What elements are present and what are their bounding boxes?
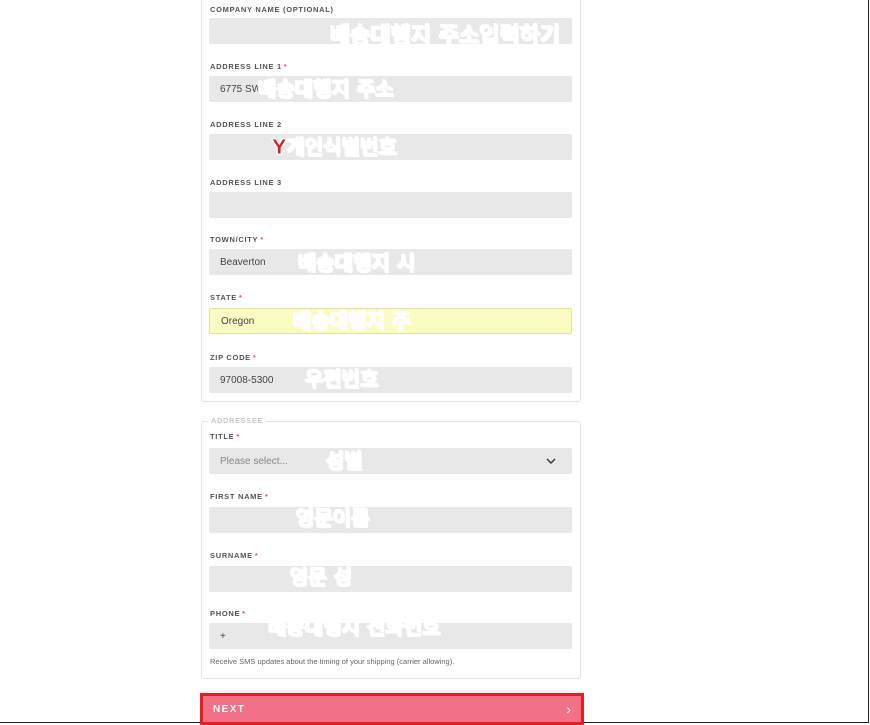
zip-code-input[interactable]: 97008-5300 <box>209 367 572 393</box>
annotation-company: 배송대행지 주소입력하기 <box>329 24 561 49</box>
next-button[interactable]: NEXT › <box>200 693 584 725</box>
town-city-label: TOWN/CITY * <box>210 235 264 244</box>
sms-note: Receive SMS updates about the timing of … <box>210 657 455 666</box>
addressee-legend: ADDRESSEE <box>208 416 267 425</box>
first-name-label: FIRST NAME * <box>210 492 269 501</box>
chevron-right-icon: › <box>566 701 571 717</box>
title-label: TITLE * <box>210 432 240 441</box>
annotation-phone: 배송대행지 전화번호 <box>268 615 442 639</box>
annotation-zip: 우편번호 <box>305 367 380 391</box>
chevron-down-icon <box>546 458 556 464</box>
annotation-address1: 배송대행지 주소 <box>258 77 395 101</box>
address-line-3-input[interactable] <box>209 192 572 218</box>
annotation-city: 배송대행지 시 <box>297 251 416 275</box>
phone-label: PHONE * <box>210 609 246 618</box>
annotation-title: 성별 <box>326 449 364 473</box>
annotation-surname: 영문 성 <box>289 565 353 589</box>
company-name-label: COMPANY NAME (OPTIONAL) <box>210 5 334 14</box>
title-select[interactable]: Please select... <box>209 448 572 474</box>
state-label: STATE * <box>210 293 243 302</box>
surname-label: SURNAME * <box>210 551 259 560</box>
address-line-1-label: ADDRESS LINE 1 * <box>210 62 288 71</box>
address-line-3-label: ADDRESS LINE 3 <box>210 178 282 187</box>
surname-input[interactable] <box>209 566 572 592</box>
title-placeholder: Please select... <box>220 455 288 467</box>
address-line-2-label: ADDRESS LINE 2 <box>210 120 282 129</box>
annotation-address2: Y개인식별번호 <box>272 135 398 159</box>
zip-code-label: ZIP CODE * <box>210 353 257 362</box>
next-button-label: NEXT <box>213 703 246 715</box>
first-name-input[interactable] <box>209 507 572 533</box>
annotation-first-name: 영문이름 <box>296 506 371 530</box>
annotation-state: 배송대행지 주 <box>292 309 411 333</box>
